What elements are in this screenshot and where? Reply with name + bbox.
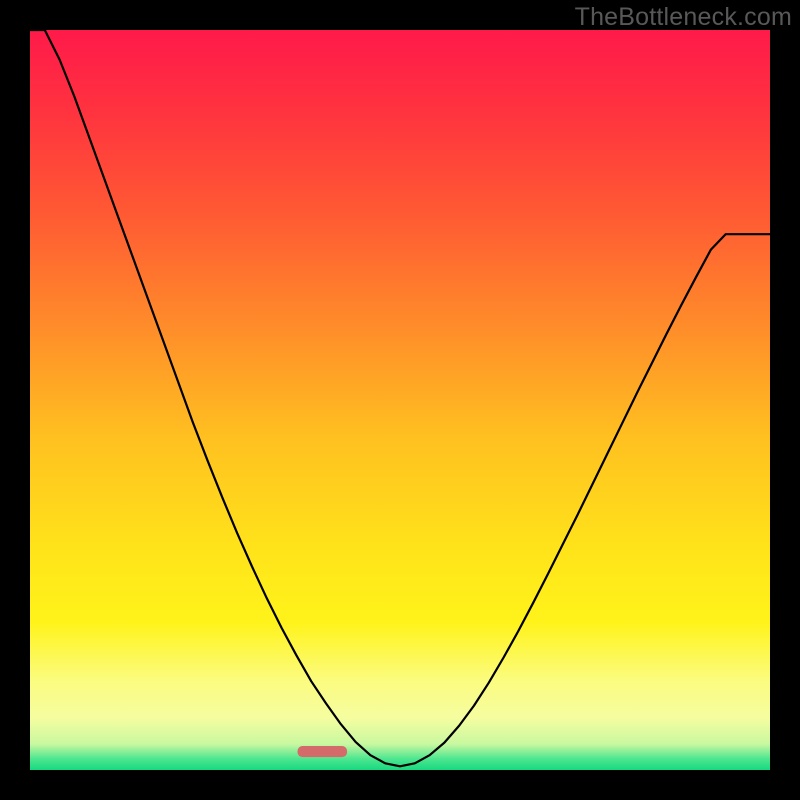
optimal-marker xyxy=(298,746,348,757)
gradient-background xyxy=(30,30,770,770)
plot-svg xyxy=(30,30,770,770)
watermark-text: TheBottleneck.com xyxy=(575,3,792,32)
outer-frame: TheBottleneck.com xyxy=(0,0,800,800)
plot-area xyxy=(30,30,770,770)
